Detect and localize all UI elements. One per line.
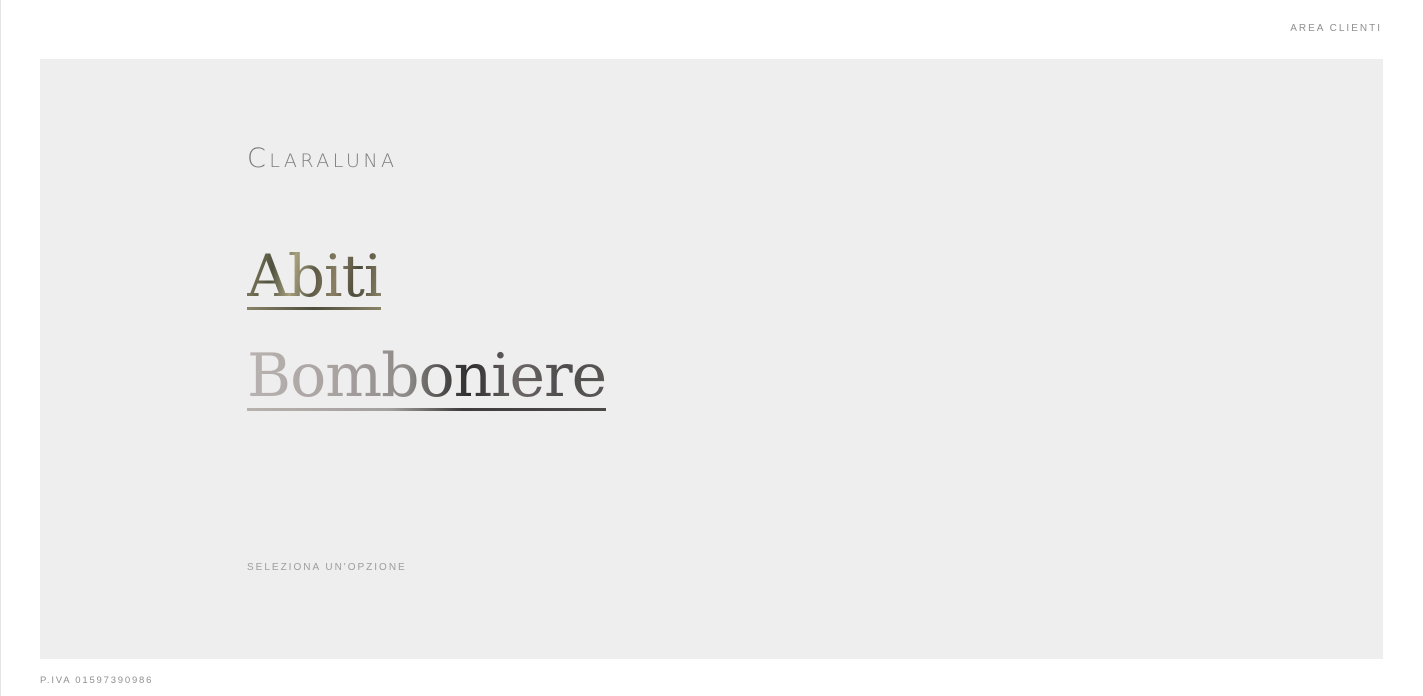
main-panel: Claraluna Abiti Bomboniere SELEZIONA UN'… — [40, 59, 1383, 659]
footer-vat-number: P.IVA 01597390986 — [40, 675, 154, 686]
brand-logo[interactable]: Claraluna — [247, 145, 398, 172]
select-option-hint: SELEZIONA UN'OPZIONE — [247, 562, 407, 573]
menu-link-abiti[interactable]: Abiti — [247, 247, 382, 310]
menu-link-bomboniere[interactable]: Bomboniere — [247, 346, 607, 411]
area-clienti-link[interactable]: AREA CLIENTI — [1290, 23, 1382, 34]
left-border — [0, 0, 1, 696]
